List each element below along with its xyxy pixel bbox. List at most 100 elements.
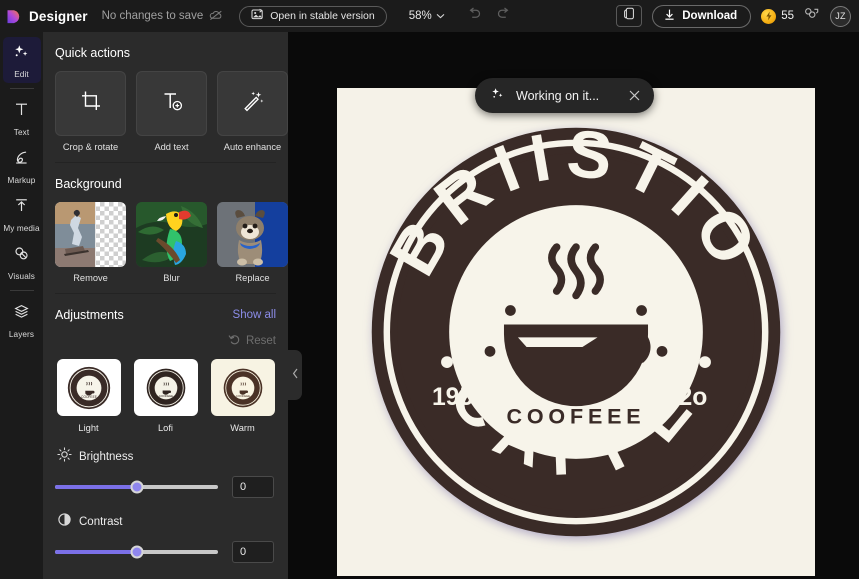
share-collaborate-icon[interactable] xyxy=(804,7,820,26)
sidebar-item-edit[interactable]: Edit xyxy=(2,37,41,83)
brightness-slider-thumb[interactable] xyxy=(130,480,143,494)
device-preview-button[interactable] xyxy=(616,5,643,27)
brightness-value-input[interactable]: 0 xyxy=(232,476,274,498)
left-panel: Quick actions Crop & rotate Add text Aut… xyxy=(43,32,288,579)
logo-center-text: COOFEEE xyxy=(507,404,646,428)
coffee-logo: BRIISTIO CAFFE 195 192o COOFEEE xyxy=(361,117,791,547)
sidebar-item-layers[interactable]: Layers xyxy=(3,297,41,343)
sidebar-item-my-media[interactable]: My media xyxy=(3,191,41,237)
close-x-icon[interactable] xyxy=(628,89,641,102)
brightness-row: 0 xyxy=(55,476,276,498)
sidebar-item-visuals[interactable]: Visuals xyxy=(3,239,41,285)
preset-warm[interactable]: COOFEEE Warm xyxy=(209,359,276,433)
brightness-slider[interactable] xyxy=(55,480,218,494)
app-body: Edit Text Markup My media Visuals Layers… xyxy=(0,32,859,579)
magic-wand-icon xyxy=(241,89,265,118)
quick-action-tile[interactable] xyxy=(217,71,288,136)
quick-action-auto-enhance[interactable]: Auto enhance xyxy=(217,71,288,152)
image-swap-icon xyxy=(251,8,264,24)
sparkles-icon xyxy=(490,86,505,106)
save-state: No changes to save xyxy=(102,9,224,24)
background-row: Remove Blur Replace xyxy=(55,202,288,283)
brightness-header: Brightness xyxy=(55,447,276,467)
sidebar-item-label: Edit xyxy=(14,69,29,79)
contrast-header: Contrast xyxy=(55,512,276,532)
download-label: Download xyxy=(682,10,738,22)
credits-indicator[interactable]: 55 xyxy=(761,8,794,24)
contrast-label: Contrast xyxy=(79,516,123,528)
blur-background-thumb[interactable] xyxy=(136,202,207,267)
sidebar-item-text[interactable]: Text xyxy=(3,95,41,141)
quick-actions-section: Quick actions Crop & rotate Add text Aut… xyxy=(43,32,288,163)
working-toast: Working on it... xyxy=(475,78,655,113)
quick-action-tile[interactable] xyxy=(136,71,207,136)
reset-arrow-icon xyxy=(228,333,241,349)
svg-text:COOFEEE: COOFEEE xyxy=(81,395,98,399)
preset-lofi[interactable]: COOFEEE Lofi xyxy=(132,359,199,433)
quick-action-add-text[interactable]: Add text xyxy=(136,71,207,152)
left-rail: Edit Text Markup My media Visuals Layers xyxy=(0,32,43,579)
panel-collapse-handle[interactable] xyxy=(288,350,302,400)
sidebar-item-markup[interactable]: Markup xyxy=(3,143,41,189)
undo-arrow-icon[interactable] xyxy=(467,7,482,25)
preset-thumb[interactable]: COOFEEE xyxy=(133,359,198,416)
presets-row: COOFEEE Light COOFEEE Lofi COOFEEE Warm xyxy=(55,359,276,433)
background-section: Background Remove Blur Replace xyxy=(43,163,288,294)
brightness-track-fill xyxy=(55,485,137,489)
reset-button[interactable]: Reset xyxy=(228,333,276,349)
contrast-circle-icon xyxy=(57,512,72,532)
preset-thumb[interactable]: COOFEEE xyxy=(210,359,275,416)
background-label: Blur xyxy=(163,273,180,283)
contrast-value-input[interactable]: 0 xyxy=(232,541,274,563)
canvas-area[interactable]: Working on it... BRIISTIO CAFFE 195 192o… xyxy=(288,32,859,579)
background-label: Remove xyxy=(73,273,108,283)
background-label: Replace xyxy=(235,273,270,283)
quick-action-crop-rotate[interactable]: Crop & rotate xyxy=(55,71,126,152)
contrast-slider[interactable] xyxy=(55,545,218,559)
zoom-level-value: 58% xyxy=(408,10,432,22)
text-t-icon xyxy=(12,100,31,124)
contrast-track-fill xyxy=(55,550,137,554)
open-in-stable-version-button[interactable]: Open in stable version xyxy=(239,5,387,27)
device-preview-icon xyxy=(623,7,636,25)
brightness-sun-icon xyxy=(57,447,72,467)
undo-redo-group xyxy=(467,7,511,25)
quick-actions-header: Quick actions xyxy=(55,32,276,71)
show-all-button[interactable]: Show all xyxy=(233,309,276,321)
rail-divider-bottom xyxy=(9,290,34,291)
rail-divider-top xyxy=(9,88,34,89)
contrast-slider-block: Contrast 0 xyxy=(55,498,276,563)
preset-light[interactable]: COOFEEE Light xyxy=(55,359,122,433)
preset-thumb[interactable]: COOFEEE xyxy=(56,359,121,416)
replace-background-thumb[interactable] xyxy=(217,202,288,267)
quick-action-label: Auto enhance xyxy=(223,142,282,152)
coffee-logo-artboard[interactable]: BRIISTIO CAFFE 195 192o COOFEEE xyxy=(337,88,815,576)
sidebar-item-label: Visuals xyxy=(8,271,35,281)
logo-mini: COOFEEE xyxy=(67,366,110,409)
contrast-slider-thumb[interactable] xyxy=(130,545,143,559)
brightness-slider-block: Brightness 0 xyxy=(55,433,276,498)
background-remove[interactable]: Remove xyxy=(55,202,126,283)
reset-row: Reset xyxy=(55,333,276,359)
redo-arrow-icon[interactable] xyxy=(496,7,511,25)
brightness-label: Brightness xyxy=(79,451,134,463)
avatar[interactable]: JZ xyxy=(830,5,851,27)
sidebar-item-label: Markup xyxy=(7,175,36,185)
designer-logo-icon xyxy=(5,8,22,25)
logo-right-number: 192o xyxy=(651,384,707,411)
quick-action-tile[interactable] xyxy=(55,71,126,136)
svg-text:COOFEEE: COOFEEE xyxy=(158,394,172,398)
background-blur[interactable]: Blur xyxy=(136,202,207,283)
section-title: Adjustments xyxy=(55,308,124,322)
add-text-icon xyxy=(160,89,184,118)
download-button[interactable]: Download xyxy=(652,4,752,28)
remove-background-thumb[interactable] xyxy=(55,202,126,267)
background-replace[interactable]: Replace xyxy=(217,202,288,283)
lightning-coin-icon xyxy=(761,8,777,24)
preset-label: Lofi xyxy=(158,423,173,433)
quick-action-label: Add text xyxy=(154,142,189,152)
zoom-level-control[interactable]: 58% xyxy=(409,10,445,22)
upload-arrow-icon xyxy=(12,196,31,220)
contrast-value: 0 xyxy=(240,546,247,558)
app-header: Designer No changes to save Open in stab… xyxy=(0,0,859,32)
